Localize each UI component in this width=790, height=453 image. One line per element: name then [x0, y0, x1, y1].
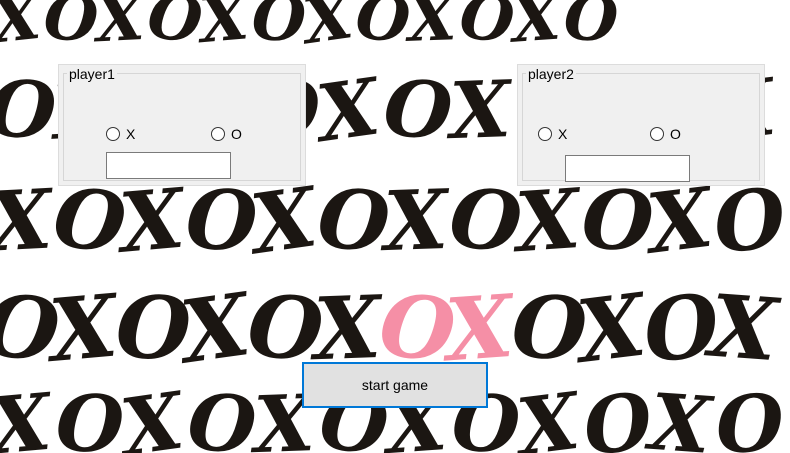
xo-background-glyph: O [638, 274, 728, 383]
xo-background-glyph: X [299, 0, 361, 59]
player1-title: player1 [67, 66, 117, 82]
xo-background-glyph: O [143, 0, 211, 59]
xo-background-glyph: X [196, 0, 256, 58]
xo-background-glyph: X [245, 168, 326, 274]
xo-background-glyph: X [45, 275, 125, 382]
xo-background-glyph: X [175, 273, 260, 384]
xo-background-glyph: O [579, 171, 660, 271]
xo-background-glyph: X [115, 170, 192, 272]
player1-groupbox: player1 X O [58, 64, 306, 186]
player2-radio-x-label: X [558, 126, 568, 142]
player2-groupbox: player2 X O [517, 64, 765, 186]
xo-background-glyph: X [512, 170, 587, 272]
xo-background-glyph: X [94, 0, 150, 57]
player1-radio-x-label: X [126, 126, 136, 142]
xo-background-glyph: O [456, 0, 522, 58]
xo-background-glyph: O [713, 377, 790, 453]
xo-background-glyph: X [442, 275, 521, 382]
xo-background-glyph: X [0, 171, 59, 271]
player1-radio-o-label: O [231, 126, 242, 142]
xo-background-glyph: X [312, 276, 387, 381]
xo-background-glyph: O [380, 62, 460, 159]
radio-circle-icon[interactable] [211, 127, 225, 141]
xo-background-glyph: X [646, 376, 718, 453]
player2-name-input[interactable] [565, 155, 690, 182]
xo-background-glyph: O [184, 376, 264, 453]
player1-name-input[interactable] [106, 152, 231, 179]
player2-radio-o-label: O [670, 126, 681, 142]
xo-background-glyph: O [509, 276, 594, 381]
xo-background-glyph: X [406, 0, 462, 56]
xo-background-glyph: O [313, 169, 398, 273]
radio-circle-icon[interactable] [106, 127, 120, 141]
xo-background-glyph: O [562, 0, 624, 57]
xo-background-glyph: X [706, 275, 785, 382]
xo-background-glyph: X [509, 0, 567, 57]
player2-radio-o[interactable]: O [650, 126, 681, 142]
xo-background-glyph: O [445, 169, 531, 273]
start-game-button[interactable]: start game [302, 362, 488, 408]
xo-background-glyph: X [0, 376, 59, 453]
xo-background-glyph: O [709, 169, 790, 273]
xo-background-glyph: X [0, 0, 48, 58]
player2-radio-x[interactable]: X [538, 126, 567, 142]
xo-background-glyph: O [48, 168, 136, 274]
xo-background-glyph: X [512, 375, 588, 453]
xo-background-glyph: O [41, 0, 105, 57]
xo-background-glyph: X [572, 274, 655, 383]
player2-title: player2 [526, 66, 576, 82]
xo-background-glyph: O [250, 0, 312, 56]
xo-background-glyph: O [352, 0, 418, 58]
xo-background-glyph: X [382, 171, 454, 271]
xo-background-glyph: O [579, 375, 661, 453]
xo-background-glyph: X [448, 63, 517, 158]
player1-radio-x[interactable]: X [106, 126, 135, 142]
xo-background-glyph: X [115, 374, 193, 453]
radio-circle-icon[interactable] [650, 127, 664, 141]
xo-background-glyph: O [184, 171, 264, 271]
radio-circle-icon[interactable] [538, 127, 552, 141]
xo-background-glyph: O [114, 276, 197, 381]
xo-background-glyph: O [54, 377, 130, 453]
xo-background-glyph: X [642, 169, 722, 273]
xo-background-glyph: O [0, 273, 69, 384]
xo-background-glyph: X [311, 60, 389, 161]
player1-radio-o[interactable]: O [211, 126, 242, 142]
xo-background-glyph: O [0, 62, 64, 159]
